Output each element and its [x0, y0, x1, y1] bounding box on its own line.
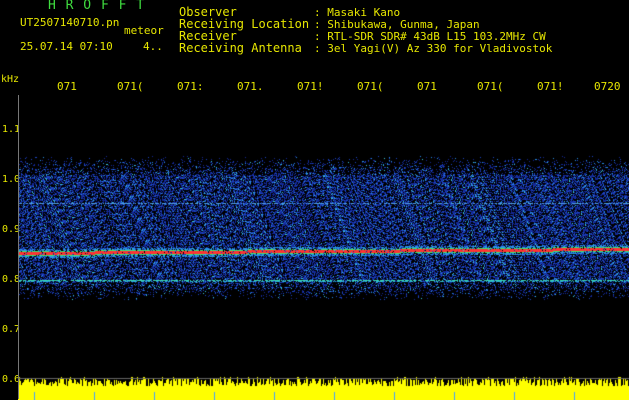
- capture-datetime: 25.07.14 07:10: [20, 40, 113, 53]
- file-name: UT2507140710.pn: [20, 16, 120, 29]
- app-title: H R O F F T: [48, 0, 146, 13]
- time-label: 071!: [537, 80, 564, 93]
- time-label: 071!: [297, 80, 324, 93]
- time-label: 071(: [357, 80, 384, 93]
- time-label: 0720: [594, 80, 621, 93]
- detection-type: meteor: [124, 24, 164, 37]
- time-label: 071: [417, 80, 437, 93]
- frequency-unit: kHz: [1, 74, 20, 85]
- antenna-value: : 3el Yagi(V) Az 330 for Vladivostok: [314, 42, 553, 55]
- time-label: 071(: [477, 80, 504, 93]
- time-label: 071.: [237, 80, 264, 93]
- time-label: 071: [57, 80, 77, 93]
- plot-frame: [18, 95, 628, 399]
- antenna-label: Receiving Antenna: [179, 41, 302, 55]
- detection-count: 4..: [143, 40, 163, 53]
- time-label: 071:: [177, 80, 204, 93]
- time-label: 071(: [117, 80, 144, 93]
- hrofft-window: H R O F F T UT2507140710.pn meteor 25.07…: [0, 0, 629, 400]
